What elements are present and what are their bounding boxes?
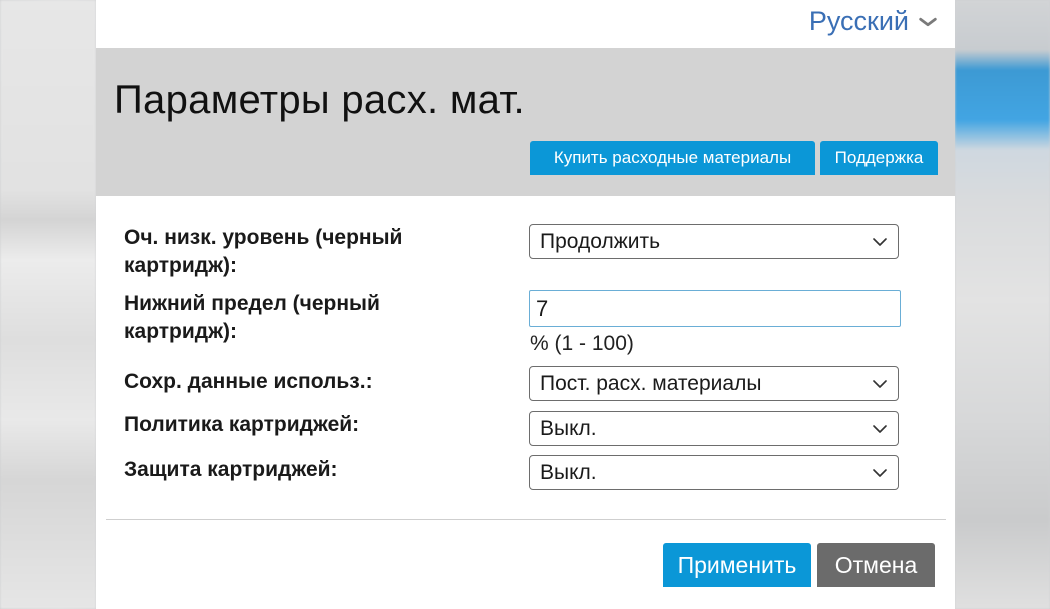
- cancel-button[interactable]: Отмена: [817, 543, 935, 587]
- cartridge-protection-select[interactable]: Выкл.: [529, 455, 899, 490]
- supplies-settings-panel: Русский Параметры расх. мат. Купить расх…: [96, 0, 955, 609]
- very-low-black-value: Продолжить: [540, 229, 661, 253]
- store-usage-data-select[interactable]: Пост. расх. материалы: [529, 366, 899, 401]
- low-threshold-black-label: Нижний предел (черный картридж):: [124, 292, 380, 343]
- page-title: Параметры расх. мат.: [114, 78, 525, 122]
- store-usage-data-value: Пост. расх. материалы: [540, 371, 762, 395]
- page-header: Параметры расх. мат. Купить расходные ма…: [96, 48, 955, 196]
- very-low-black-select[interactable]: Продолжить: [529, 224, 899, 259]
- cartridge-protection-value: Выкл.: [540, 460, 597, 484]
- low-threshold-black-input[interactable]: [529, 290, 901, 327]
- chevron-down-icon: [919, 17, 937, 26]
- low-threshold-hint: % (1 - 100): [530, 332, 634, 355]
- support-button[interactable]: Поддержка: [820, 141, 938, 175]
- language-label: Русский: [808, 6, 909, 36]
- very-low-black-label: Оч. низк. уровень (черный картридж):: [124, 226, 403, 277]
- chevron-down-icon: [873, 380, 887, 388]
- language-selector[interactable]: Русский: [809, 6, 939, 37]
- buy-supplies-button[interactable]: Купить расходные материалы: [530, 141, 815, 175]
- footer-divider: [106, 519, 946, 520]
- cartridge-policy-value: Выкл.: [540, 416, 597, 440]
- store-usage-data-label: Сохр. данные использ.:: [124, 370, 373, 393]
- cartridge-policy-label: Политика картриджей:: [124, 413, 360, 436]
- chevron-down-icon: [873, 425, 887, 433]
- language-bar: Русский: [96, 0, 955, 48]
- cartridge-policy-select[interactable]: Выкл.: [529, 411, 899, 446]
- background-left: [0, 0, 96, 609]
- cartridge-protection-label: Защита картриджей:: [124, 458, 338, 481]
- chevron-down-icon: [873, 238, 887, 246]
- apply-button[interactable]: Применить: [663, 543, 811, 587]
- chevron-down-icon: [873, 469, 887, 477]
- background-right: [955, 0, 1050, 609]
